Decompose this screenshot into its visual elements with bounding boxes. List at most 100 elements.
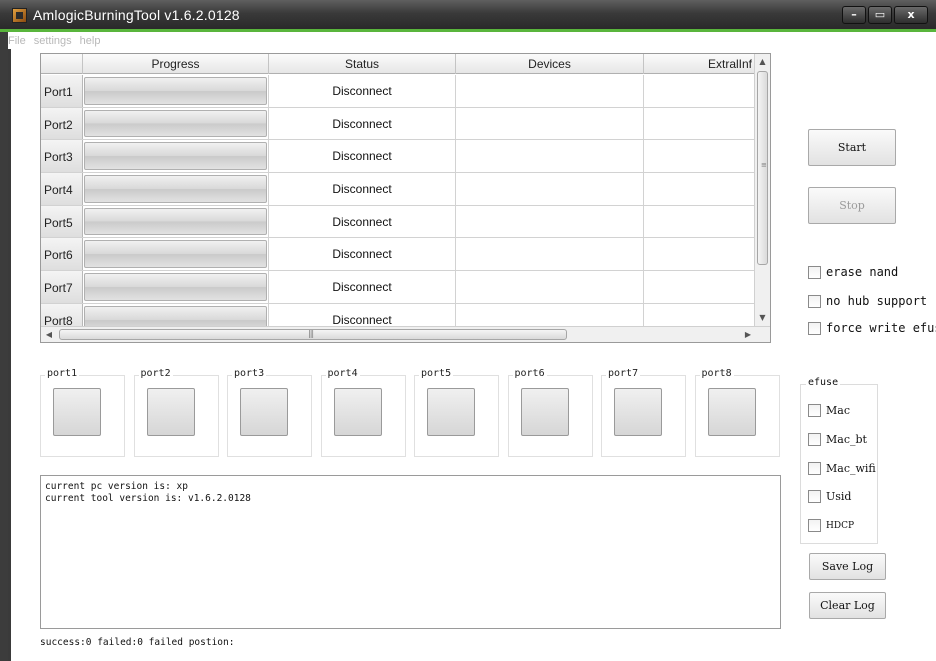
- force-write-efuse-option[interactable]: force write efuse: [808, 321, 936, 335]
- progress-cell: [83, 107, 269, 140]
- progress-cell: [83, 205, 269, 238]
- port-label: port4: [325, 368, 360, 379]
- log-line: current tool version is: v1.6.2.0128: [45, 493, 251, 504]
- mac-bt-checkbox[interactable]: [808, 433, 821, 446]
- extrainfo-cell: [644, 271, 755, 303]
- horizontal-scroll-thumb[interactable]: |||: [59, 329, 567, 340]
- log-output[interactable]: current pc version is: xp current tool v…: [40, 475, 781, 629]
- progress-bar: [84, 77, 267, 105]
- header-devices[interactable]: Devices: [456, 54, 644, 74]
- mac-wifi-checkbox[interactable]: [808, 462, 821, 475]
- devices-cell: [456, 271, 644, 303]
- title-bar[interactable]: AmlogicBurningTool v1.6.2.0128 – ▭ x: [0, 0, 936, 32]
- port-indicator-button[interactable]: [427, 388, 475, 436]
- menu-file[interactable]: File: [8, 35, 26, 49]
- log-line: current pc version is: xp: [45, 481, 188, 492]
- status-cell: Disconnect: [269, 238, 456, 271]
- menu-bar: File settings help: [8, 35, 100, 49]
- scroll-right-arrow-icon[interactable]: ▶: [740, 327, 756, 342]
- status-cell: Disconnect: [269, 173, 456, 205]
- efuse-usid-option[interactable]: Usid: [808, 490, 851, 503]
- force-write-efuse-checkbox[interactable]: [808, 321, 821, 335]
- no-hub-support-option[interactable]: no hub support: [808, 294, 927, 308]
- save-log-button[interactable]: Save Log: [809, 553, 886, 580]
- usid-label: Usid: [826, 490, 852, 503]
- vertical-scroll-thumb[interactable]: ≡: [757, 71, 768, 265]
- port-indicator-button[interactable]: [707, 388, 756, 436]
- port-row[interactable]: Port5 Disconnect: [41, 205, 755, 239]
- menu-settings[interactable]: settings: [34, 35, 72, 49]
- port-indicator-button[interactable]: [53, 388, 101, 436]
- menu-help[interactable]: help: [80, 35, 101, 49]
- grip-icon: ≡: [761, 161, 767, 169]
- clear-log-button[interactable]: Clear Log: [809, 592, 886, 619]
- progress-bar: [84, 109, 267, 138]
- row-header[interactable]: Port7: [41, 271, 83, 303]
- no-hub-support-checkbox[interactable]: [808, 294, 821, 308]
- mac-checkbox[interactable]: [808, 404, 821, 417]
- header-extrainfo[interactable]: ExtralInf: [644, 54, 755, 74]
- progress-bar: [84, 207, 267, 236]
- extrainfo-cell: [644, 206, 755, 238]
- options-panel: erase nand no hub support force write ef…: [800, 250, 936, 350]
- progress-cell: [83, 271, 269, 303]
- row-header[interactable]: Port5: [41, 205, 83, 238]
- port-indicator-button[interactable]: [520, 388, 569, 436]
- vertical-scrollbar[interactable]: ▲ ≡ ▼: [754, 54, 770, 326]
- row-header[interactable]: Port1: [41, 75, 83, 107]
- port-label: port7: [606, 368, 641, 379]
- app-icon: [12, 8, 27, 23]
- port-row[interactable]: Port1 Disconnect: [41, 75, 755, 108]
- grip-icon: |||: [308, 329, 314, 338]
- maximize-button[interactable]: ▭: [868, 6, 892, 24]
- row-header[interactable]: Port4: [41, 173, 83, 205]
- port-indicator-button[interactable]: [240, 388, 288, 436]
- stop-button[interactable]: Stop: [808, 187, 896, 224]
- efuse-mac-wifi-option[interactable]: Mac_wifi: [808, 462, 876, 475]
- scroll-up-arrow-icon[interactable]: ▲: [755, 54, 770, 70]
- port-row[interactable]: Port2 Disconnect: [41, 107, 755, 141]
- port-row[interactable]: Port4 Disconnect: [41, 173, 755, 206]
- horizontal-scrollbar[interactable]: ◀ ||| ▶: [41, 326, 770, 342]
- minimize-button[interactable]: –: [842, 6, 866, 24]
- port-indicator-button[interactable]: [614, 388, 662, 436]
- header-status[interactable]: Status: [269, 54, 456, 74]
- devices-cell: [456, 238, 644, 271]
- hdcp-checkbox[interactable]: [808, 519, 821, 532]
- header-progress[interactable]: Progress: [83, 54, 269, 74]
- status-cell: Disconnect: [269, 75, 456, 107]
- port-label: port6: [512, 368, 547, 379]
- scroll-down-arrow-icon[interactable]: ▼: [755, 310, 770, 326]
- erase-nand-checkbox[interactable]: [808, 265, 821, 279]
- progress-bar: [84, 142, 267, 171]
- usid-checkbox[interactable]: [808, 490, 821, 503]
- port-label: port8: [699, 368, 734, 379]
- port-row[interactable]: Port7 Disconnect: [41, 271, 755, 304]
- devices-cell: [456, 75, 644, 107]
- erase-nand-option[interactable]: erase nand: [808, 265, 898, 279]
- efuse-group-title: efuse: [806, 377, 841, 388]
- row-header[interactable]: Port6: [41, 238, 83, 271]
- scroll-left-arrow-icon[interactable]: ◀: [41, 327, 57, 342]
- close-button[interactable]: x: [894, 6, 928, 24]
- port-indicator-button[interactable]: [333, 388, 382, 436]
- port-label: port1: [45, 368, 80, 379]
- hdcp-label: HDCP: [826, 520, 855, 531]
- port-label: port5: [419, 368, 454, 379]
- force-write-efuse-label: force write efuse: [826, 321, 936, 335]
- efuse-hdcp-option[interactable]: HDCP: [808, 519, 854, 532]
- progress-cell: [83, 140, 269, 173]
- devices-cell: [456, 140, 644, 173]
- erase-nand-label: erase nand: [826, 265, 899, 279]
- port-indicator-button[interactable]: [146, 388, 195, 436]
- efuse-mac-option[interactable]: Mac: [808, 404, 850, 417]
- burn-status: success:0 failed:0 failed postion:: [40, 637, 235, 648]
- status-cell: Disconnect: [269, 140, 456, 173]
- port-row[interactable]: Port6 Disconnect: [41, 238, 755, 272]
- grid-header: Progress Status Devices ExtralInf: [41, 54, 755, 74]
- port-row[interactable]: Port3 Disconnect: [41, 140, 755, 174]
- row-header[interactable]: Port3: [41, 140, 83, 173]
- row-header[interactable]: Port2: [41, 107, 83, 140]
- start-button[interactable]: Start: [808, 129, 896, 166]
- efuse-mac-bt-option[interactable]: Mac_bt: [808, 433, 867, 446]
